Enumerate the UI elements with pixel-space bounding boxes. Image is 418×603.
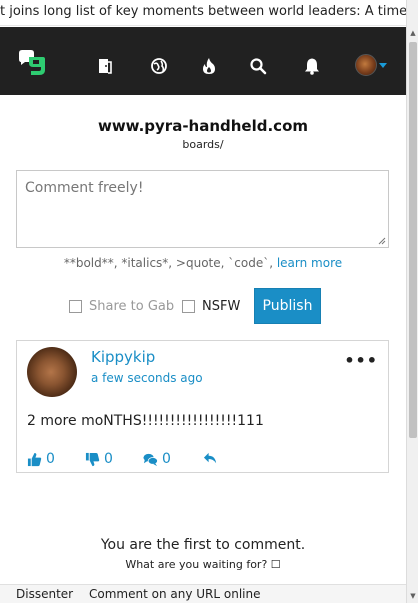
top-navbar xyxy=(0,27,406,95)
reply-count: 0 xyxy=(162,451,171,467)
scroll-up-icon[interactable]: ▲ xyxy=(407,26,418,40)
format-hint: **bold**, *italics*, >quote, `code`, lea… xyxy=(0,256,406,270)
logo-icon[interactable] xyxy=(17,49,47,75)
news-ticker-text: t joins long list of key moments between… xyxy=(0,4,406,19)
door-icon[interactable] xyxy=(96,57,114,75)
comment-author[interactable]: Kippykip xyxy=(91,348,155,366)
fire-icon[interactable] xyxy=(200,57,218,75)
search-icon[interactable] xyxy=(249,57,267,75)
scroll-down-icon[interactable]: ▼ xyxy=(407,589,418,603)
caret-down-icon[interactable] xyxy=(379,63,387,68)
page-root: { "ticker": { "text": "t joins long list… xyxy=(0,0,418,603)
comment-time[interactable]: a few seconds ago xyxy=(91,371,203,385)
upvote-count: 0 xyxy=(46,451,55,467)
more-options-icon[interactable]: ••• xyxy=(344,351,378,370)
vertical-scrollbar[interactable]: ▲ ▼ xyxy=(406,0,418,603)
comment-avatar[interactable] xyxy=(27,347,77,397)
thumbs-down-icon xyxy=(85,452,100,466)
nsfw-label: NSFW xyxy=(202,299,241,314)
downvote-button[interactable]: 0 xyxy=(85,451,113,467)
page-subtitle: boards/ xyxy=(182,138,224,151)
footer-tagline: Comment on any URL online xyxy=(89,587,261,601)
reply-count-button[interactable]: 0 xyxy=(143,451,171,467)
scroll-thumb[interactable] xyxy=(409,42,417,438)
comment-placeholder: Comment freely! xyxy=(25,180,144,196)
globe-icon[interactable] xyxy=(150,57,168,75)
comment-input[interactable]: Comment freely! xyxy=(16,170,389,248)
share-to-gab-label: Share to Gab xyxy=(89,299,175,314)
footer-brand[interactable]: Dissenter xyxy=(16,587,73,601)
reply-icon xyxy=(203,452,217,464)
learn-more-link[interactable]: learn more xyxy=(277,256,342,270)
footer-bar: Dissenter Comment on any URL online xyxy=(0,584,406,603)
bell-icon[interactable] xyxy=(303,57,321,75)
format-hint-text: **bold**, *italics*, >quote, `code`, xyxy=(63,256,274,270)
news-ticker: t joins long list of key moments between… xyxy=(0,0,406,26)
page-title: www.pyra-handheld.com xyxy=(97,117,309,135)
empty-state-subtitle: What are you waiting for? ☐ xyxy=(125,558,281,571)
comment-body: 2 more moNTHS!!!!!!!!!!!!!!!!!111 xyxy=(27,413,264,429)
share-to-gab-checkbox[interactable] xyxy=(69,300,82,313)
resize-grip-icon[interactable] xyxy=(378,237,386,245)
reply-button[interactable] xyxy=(203,451,222,466)
publish-button[interactable]: Publish xyxy=(254,288,321,324)
upvote-button[interactable]: 0 xyxy=(27,451,55,467)
comment-card: Kippykip a few seconds ago ••• 2 more mo… xyxy=(16,340,389,473)
comments-icon xyxy=(143,453,158,466)
empty-state-title: You are the first to comment. xyxy=(100,537,306,553)
thumbs-up-icon xyxy=(27,452,42,466)
nsfw-checkbox[interactable] xyxy=(182,300,195,313)
downvote-count: 0 xyxy=(104,451,113,467)
user-avatar[interactable] xyxy=(355,54,377,76)
